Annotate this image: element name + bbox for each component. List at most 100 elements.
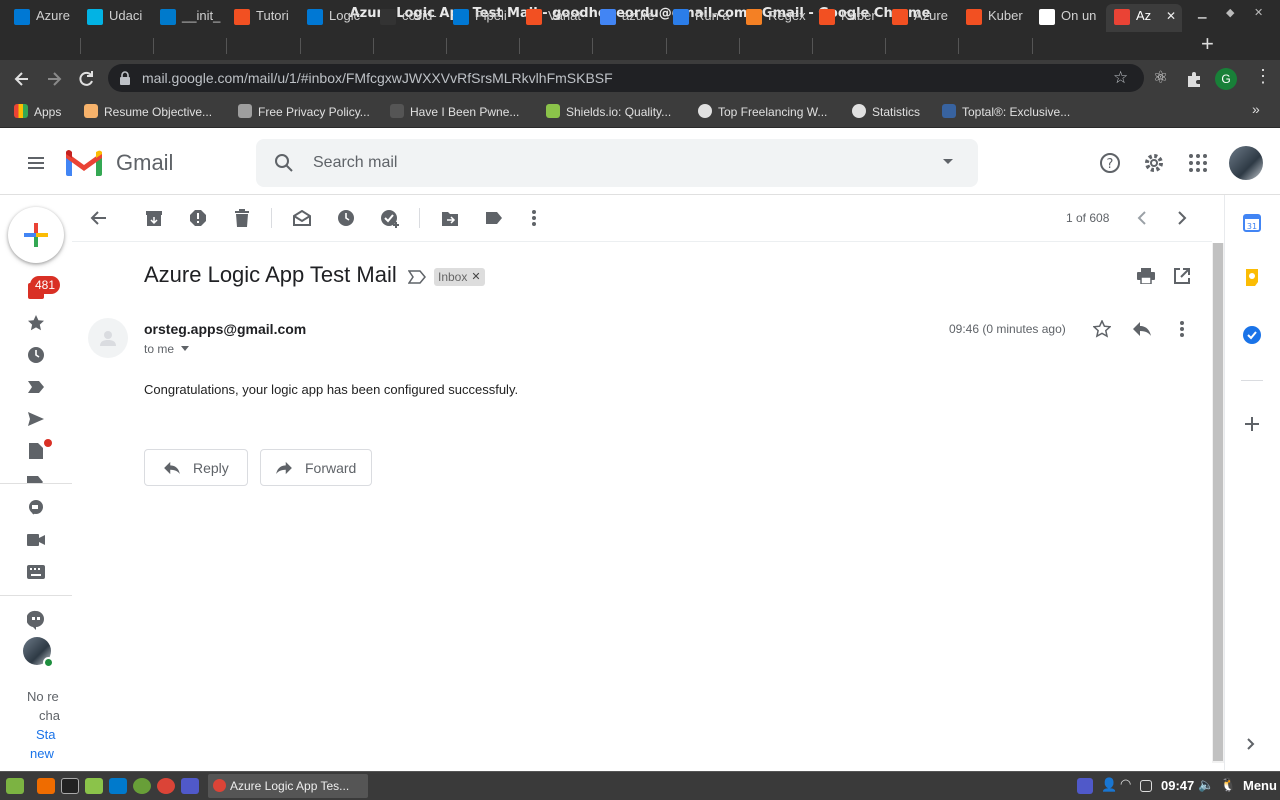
browser-tab[interactable]: azure (598, 4, 662, 32)
browser-tab[interactable]: Run a (671, 4, 735, 32)
starred-icon[interactable] (26, 313, 46, 333)
remove-label-icon[interactable]: ✕ (471, 268, 480, 286)
star-icon[interactable] (1093, 320, 1111, 338)
more-labels-icon[interactable] (26, 475, 46, 483)
taskbar-menu-label[interactable]: Menu (1243, 778, 1277, 793)
details-dropdown-icon[interactable] (181, 346, 189, 351)
start-chat-link[interactable]: Sta (36, 727, 56, 742)
volume-icon[interactable]: 🔈 (1198, 777, 1214, 793)
new-chat-link[interactable]: new (30, 746, 54, 761)
meet-icon[interactable] (26, 498, 46, 518)
browser-tab[interactable]: Logic (305, 4, 369, 32)
taskbar-clock[interactable]: 09:47 (1161, 778, 1194, 793)
browser-tab[interactable]: Kuber (817, 4, 881, 32)
snoozed-icon[interactable] (26, 345, 46, 365)
sender-email[interactable]: orsteg.apps@gmail.com (144, 321, 306, 337)
browser-tab[interactable]: Azure (12, 4, 76, 32)
files-launcher-icon[interactable] (85, 778, 103, 794)
menu-penguin-icon[interactable]: 🐧 (1220, 777, 1236, 793)
hangouts-icon[interactable] (26, 610, 46, 630)
reload-icon[interactable] (76, 69, 96, 89)
bookmark-item[interactable]: Shields.io: Quality... (546, 103, 671, 121)
show-side-panel-icon[interactable] (1247, 738, 1255, 750)
scrollbar-thumb[interactable] (1213, 243, 1223, 761)
search-input[interactable]: Search mail (313, 154, 397, 172)
taskbar-chrome-window[interactable]: Azure Logic App Tes... (208, 774, 368, 798)
important-icon[interactable] (26, 377, 46, 397)
sent-icon[interactable] (26, 409, 46, 429)
firefox-launcher-icon[interactable] (37, 778, 55, 794)
minimize-icon[interactable]: ▁ (1198, 6, 1206, 19)
calendar-icon[interactable]: 31 (1243, 214, 1261, 232)
browser-tab[interactable]: covid- (378, 4, 442, 32)
teams-launcher-icon[interactable] (181, 778, 199, 794)
user-tray-icon[interactable]: 👤 (1101, 777, 1117, 793)
maximize-icon[interactable]: ◆ (1226, 6, 1234, 19)
report-spam-icon[interactable] (188, 208, 208, 228)
wifi-icon[interactable]: ◠ (1120, 776, 1131, 792)
print-icon[interactable] (1137, 268, 1155, 284)
open-new-window-icon[interactable] (1174, 268, 1190, 284)
archive-icon[interactable] (144, 208, 164, 228)
close-tab-icon[interactable]: ✕ (1166, 4, 1176, 28)
sender-avatar[interactable] (88, 318, 128, 358)
bookmark-item[interactable]: Free Privacy Policy... (238, 103, 370, 121)
vscode-launcher-icon[interactable] (109, 778, 127, 794)
add-to-tasks-icon[interactable] (380, 208, 400, 228)
google-apps-icon[interactable] (1187, 152, 1209, 174)
address-bar[interactable]: mail.google.com/mail/u/1/#inbox/FMfcgxwJ… (108, 64, 1144, 92)
browser-tab[interactable]: Pipeli (451, 4, 515, 32)
browser-tab[interactable]: Tutori (232, 4, 296, 32)
react-devtools-icon[interactable]: ⚛ (1153, 68, 1168, 88)
keep-icon[interactable] (1244, 269, 1260, 287)
bookmark-item[interactable]: Apps (14, 103, 61, 121)
search-options-icon[interactable] (942, 158, 954, 166)
settings-gear-icon[interactable] (1142, 151, 1166, 175)
back-to-inbox-icon[interactable] (88, 208, 108, 228)
video-call-icon[interactable] (26, 530, 46, 550)
chrome-launcher-icon[interactable] (157, 778, 175, 794)
snooze-icon[interactable] (336, 208, 356, 228)
reply-icon[interactable] (1132, 321, 1152, 337)
keyboard-icon[interactable] (26, 562, 46, 582)
move-to-icon[interactable] (440, 208, 460, 228)
mint-menu-icon[interactable] (6, 778, 24, 794)
search-icon[interactable] (274, 153, 294, 173)
browser-tab[interactable]: Udaci (85, 4, 149, 32)
browser-tab[interactable]: Az ✕ (1106, 4, 1182, 32)
android-studio-launcher-icon[interactable] (133, 778, 151, 794)
bookmark-item[interactable]: Toptal®: Exclusive... (942, 103, 1070, 121)
bookmark-star-icon[interactable]: ☆ (1113, 68, 1128, 88)
browser-tab[interactable]: Kuber (964, 4, 1028, 32)
browser-menu-icon[interactable]: ⋮ (1254, 66, 1272, 87)
account-avatar[interactable] (1229, 146, 1263, 180)
browser-tab[interactable]: __init_ (158, 4, 222, 32)
browser-tab[interactable]: Azure (890, 4, 954, 32)
back-arrow-icon[interactable] (12, 69, 32, 89)
terminal-launcher-icon[interactable] (61, 778, 79, 794)
mark-unread-icon[interactable] (292, 208, 312, 228)
older-email-icon[interactable] (1172, 208, 1192, 228)
labels-icon[interactable] (484, 208, 504, 228)
battery-icon[interactable] (1140, 780, 1152, 792)
extensions-icon[interactable] (1185, 70, 1203, 88)
bookmark-item[interactable]: Statistics (852, 103, 920, 121)
forward-arrow-icon[interactable] (44, 69, 64, 89)
teams-tray-icon[interactable] (1077, 778, 1093, 794)
bookmark-item[interactable]: Have I Been Pwne... (390, 103, 519, 121)
help-icon[interactable]: ? (1098, 151, 1122, 175)
newer-email-icon[interactable] (1132, 208, 1152, 228)
profile-avatar[interactable]: G (1215, 68, 1237, 90)
reply-button[interactable]: Reply (144, 449, 248, 486)
message-more-icon[interactable] (1180, 321, 1184, 337)
main-menu-icon[interactable] (26, 153, 46, 173)
bookmark-item[interactable]: Top Freelancing W... (698, 103, 827, 121)
get-addons-icon[interactable] (1245, 417, 1259, 431)
browser-tab[interactable]: Variat (524, 4, 588, 32)
more-bookmarks-icon[interactable]: » (1252, 101, 1260, 117)
forward-button[interactable]: Forward (260, 449, 372, 486)
compose-button[interactable] (8, 207, 64, 263)
close-window-icon[interactable]: ✕ (1254, 6, 1263, 19)
browser-tab[interactable]: Regex (744, 4, 808, 32)
drafts-icon[interactable] (26, 441, 46, 461)
